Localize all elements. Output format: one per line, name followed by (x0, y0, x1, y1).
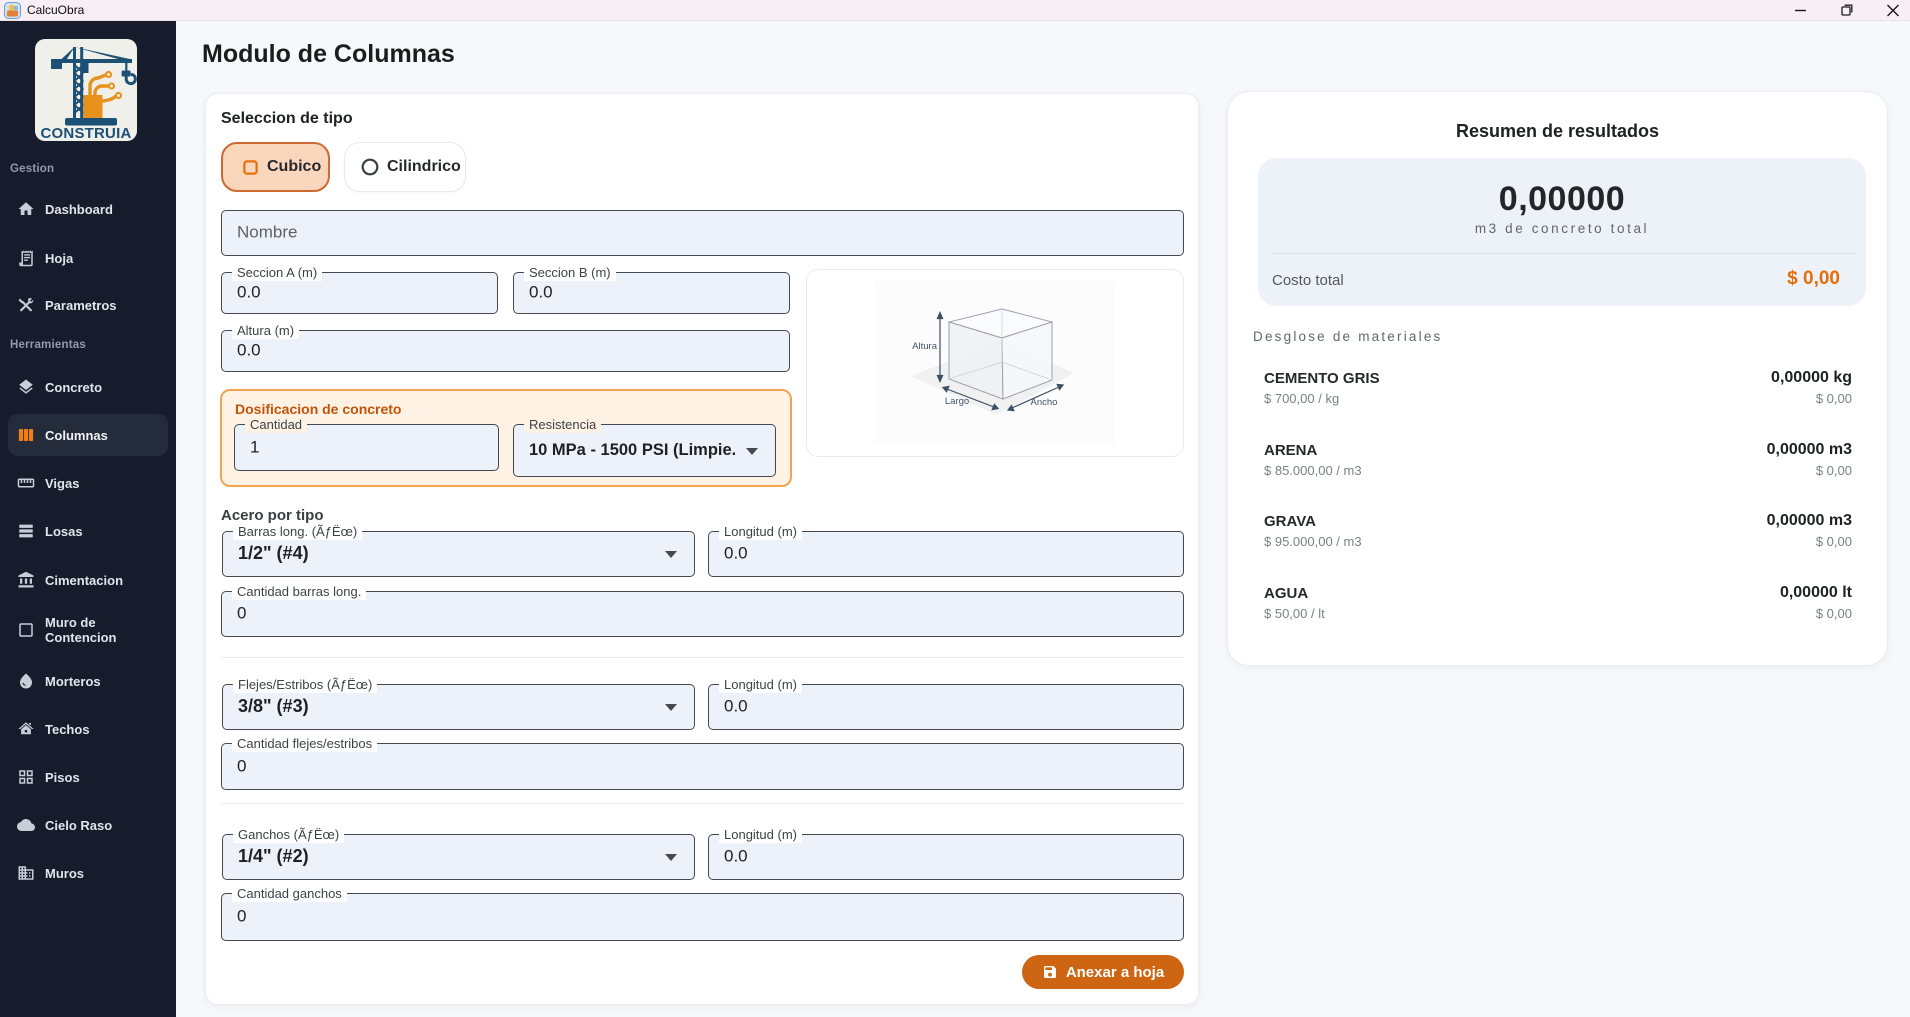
svg-text:CONSTRUIA: CONSTRUIA (41, 125, 132, 141)
svg-text:Largo: Largo (945, 396, 969, 407)
svg-text:Ancho: Ancho (1031, 397, 1058, 408)
svg-text:Altura: Altura (912, 341, 938, 352)
